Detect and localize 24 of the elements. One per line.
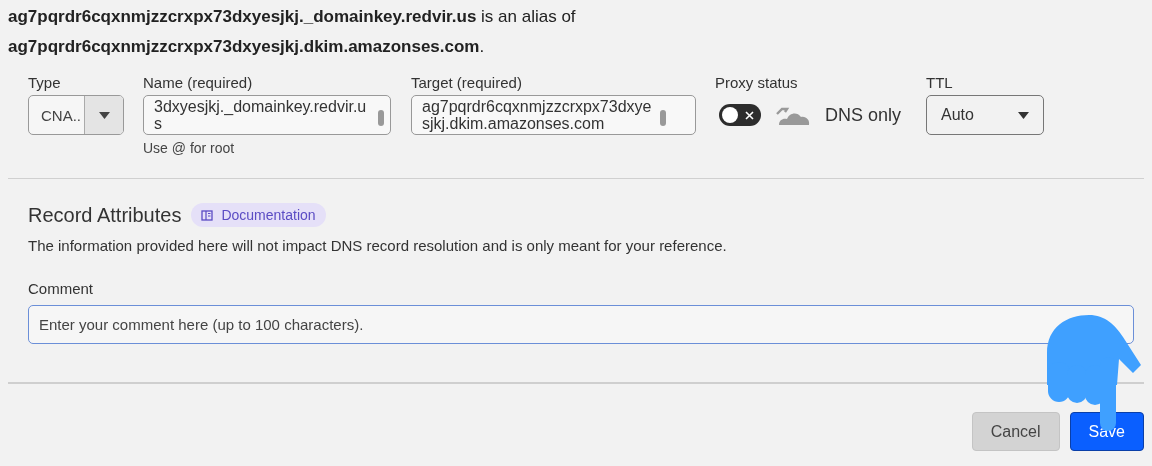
section-title: Record Attributes: [28, 203, 182, 227]
x-icon: [745, 110, 754, 120]
documentation-link[interactable]: Documentation: [191, 203, 326, 227]
field-label: Proxy status: [715, 74, 799, 91]
action-button[interactable]: Cancel: [971, 412, 1060, 451]
caret-icon: [1018, 111, 1030, 119]
comment-field[interactable]: Enter your comment here (up to 100 characters).: [28, 305, 1134, 344]
proxy-status-text: DNS only: [825, 104, 902, 126]
alias-note: ag7pqrdr6cqxnmjzzcrxpx73dxyesjkj._domainkey.redvir.us is an alias of ag7pqrdr6cqxnmjzzcrxpx73dxyesjkj.dkim.amazonses.com.: [7, 6, 577, 58]
proxy-toggle[interactable]: [719, 104, 761, 126]
name-field[interactable]: 3dxyesjkj._domainkey.redvir.us: [143, 95, 391, 135]
field-label: Comment: [28, 280, 95, 297]
section-description: The information provided here will not impact DNS record resolution and is only meant for your reference.: [28, 237, 728, 254]
ttl-select[interactable]: Auto: [926, 95, 1045, 135]
field-label: Type: [28, 74, 62, 91]
book-icon: [201, 209, 214, 221]
field-hint: Use @ for root: [143, 140, 236, 156]
caret-icon: [98, 111, 110, 119]
field-label: Name (required): [143, 74, 254, 91]
cloud-icon: [775, 105, 811, 125]
field-label: TTL: [926, 74, 954, 91]
target-field[interactable]: ag7pqrdr6cqxnmjzzcrxpx73dxyesjkj.dkim.amazonses.com: [411, 95, 696, 135]
type-select[interactable]: CNA..: [28, 95, 124, 135]
field-label: Target (required): [411, 74, 523, 91]
